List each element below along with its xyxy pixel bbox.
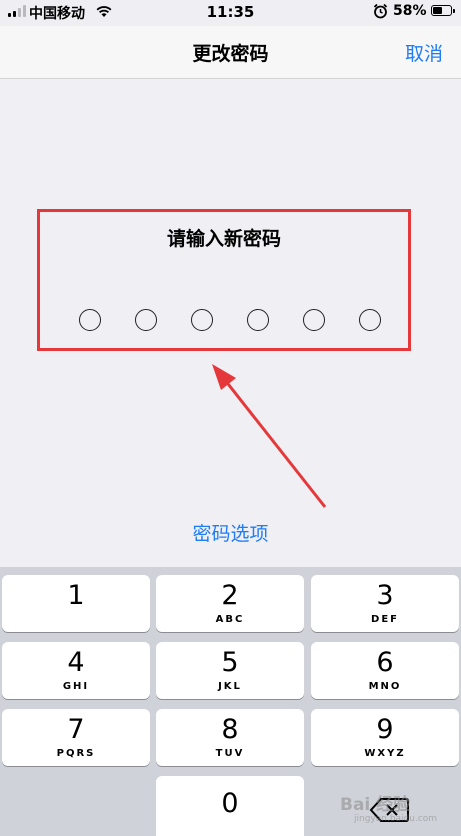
key-digit: 7	[67, 714, 85, 745]
key-5[interactable]: 5 JKL	[156, 642, 304, 699]
key-digit: 4	[67, 647, 85, 678]
key-digit: 9	[376, 714, 394, 745]
passcode-options-link[interactable]: 密码选项	[0, 519, 461, 546]
baidu-watermark: Bai 经验 jingyan.baidu.com	[340, 784, 458, 834]
key-letters: DEF	[371, 614, 399, 625]
key-letters: ABC	[215, 614, 245, 625]
key-1[interactable]: 1	[2, 575, 150, 632]
key-0[interactable]: 0	[156, 776, 304, 836]
cancel-button[interactable]: 取消	[405, 39, 443, 66]
key-letters: JKL	[218, 681, 242, 692]
battery-percentage: 58%	[393, 3, 427, 19]
key-digit: 2	[221, 580, 239, 611]
key-digit: 1	[67, 580, 85, 611]
key-letters: GHI	[62, 681, 90, 692]
key-letters: WXYZ	[364, 748, 406, 759]
watermark-text: Bai 经验	[340, 795, 411, 815]
key-digit: 0	[221, 788, 239, 819]
key-6[interactable]: 6 MNO	[311, 642, 459, 699]
status-time: 11:35	[206, 3, 255, 21]
key-4[interactable]: 4 GHI	[2, 642, 150, 699]
passcode-entry-area: 请输入新密码 密码选项	[0, 79, 461, 567]
battery-icon	[431, 5, 455, 16]
watermark-url: jingyan.baidu.com	[354, 814, 438, 824]
annotation-arrow	[212, 364, 327, 508]
key-9[interactable]: 9 WXYZ	[311, 709, 459, 766]
key-3[interactable]: 3 DEF	[311, 575, 459, 632]
key-digit: 6	[376, 647, 394, 678]
key-letters: PQRS	[56, 748, 96, 759]
key-letters: MNO	[368, 681, 402, 692]
key-2[interactable]: 2 ABC	[156, 575, 304, 632]
nav-bar: 更改密码 取消	[0, 26, 461, 79]
key-8[interactable]: 8 TUV	[156, 709, 304, 766]
alarm-icon	[373, 3, 388, 19]
page-title: 更改密码	[192, 43, 269, 65]
key-digit: 3	[376, 580, 394, 611]
key-digit: 8	[221, 714, 239, 745]
key-digit: 5	[221, 647, 239, 678]
key-letters: TUV	[215, 748, 245, 759]
key-7[interactable]: 7 PQRS	[2, 709, 150, 766]
status-bar: 中国移动 11:35 58%	[0, 0, 461, 26]
